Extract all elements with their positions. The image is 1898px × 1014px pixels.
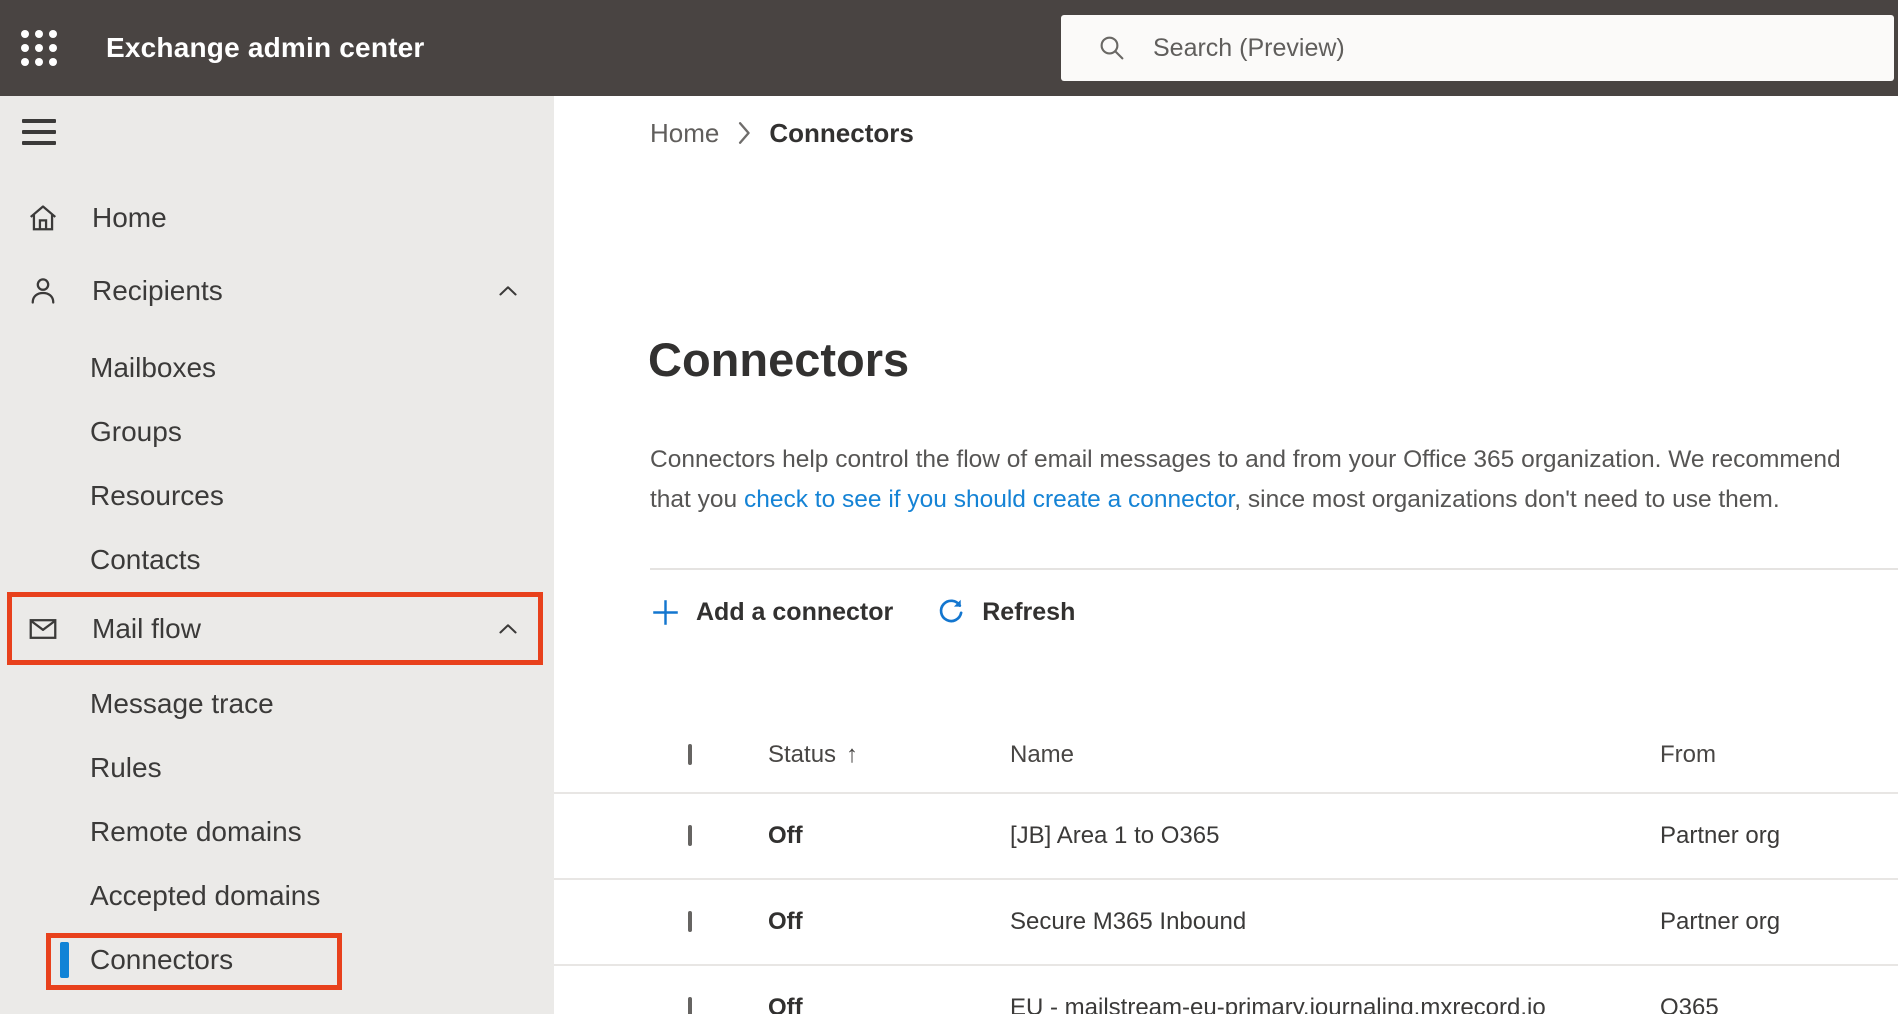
sidebar-item-rules[interactable]: Rules	[0, 736, 554, 800]
sidebar-item-home[interactable]: Home	[0, 182, 554, 254]
sort-ascending-icon: ↑	[846, 741, 859, 768]
topbar: Exchange admin center Search (Preview)	[0, 0, 1898, 96]
plus-icon	[653, 599, 678, 625]
column-header-label: Name	[1010, 741, 1075, 768]
sidebar-item-groups[interactable]: Groups	[0, 400, 554, 464]
column-header-status[interactable]: Status ↑	[768, 741, 858, 769]
sidebar-item-label: Connectors	[90, 944, 234, 975]
search-icon	[1100, 36, 1124, 60]
selected-indicator	[60, 942, 69, 978]
app-title: Exchange admin center	[106, 32, 425, 63]
toolbar-divider	[650, 568, 1898, 570]
sidebar-item-label: Recipients	[92, 275, 223, 306]
row-checkbox[interactable]	[688, 997, 692, 1014]
chevron-up-icon[interactable]	[494, 277, 522, 305]
description-text: , since most organizations don't need to…	[1234, 486, 1780, 513]
command-bar: Add a connector Refresh	[650, 586, 1075, 638]
column-header-label: From	[1660, 741, 1716, 768]
home-icon	[30, 205, 56, 231]
sidebar: Home Recipients Mailboxes Groups Resourc…	[0, 96, 554, 1014]
row-checkbox[interactable]	[688, 825, 692, 846]
table-row[interactable]: Off [JB] Area 1 to O365 Partner org	[554, 792, 1898, 878]
search-input[interactable]: Search (Preview)	[1061, 15, 1894, 81]
sidebar-item-label: Groups	[90, 416, 182, 447]
row-checkbox[interactable]	[688, 911, 692, 932]
column-header-label: Status	[768, 741, 837, 768]
sidebar-item-label: Mail flow	[92, 612, 201, 644]
refresh-label: Refresh	[982, 597, 1076, 626]
sidebar-item-resources[interactable]: Resources	[0, 464, 554, 528]
column-header-name[interactable]: Name	[1010, 741, 1074, 769]
row-from: Partner org	[1660, 908, 1781, 935]
sidebar-item-recipients[interactable]: Recipients	[0, 254, 554, 328]
sidebar-item-connectors[interactable]: Connectors	[0, 928, 554, 992]
select-all-checkbox[interactable]	[688, 744, 692, 765]
create-connector-link[interactable]: check to see if you should create a conn…	[744, 486, 1234, 513]
table-row[interactable]: Off EU - mailstream-eu-primary.journalin…	[554, 964, 1898, 1014]
hamburger-menu-button[interactable]	[22, 119, 56, 145]
sidebar-item-contacts[interactable]: Contacts	[0, 528, 554, 592]
person-icon	[31, 278, 55, 304]
sidebar-item-label: Accepted domains	[90, 880, 321, 911]
refresh-button[interactable]: Refresh	[935, 596, 1075, 628]
breadcrumb-chevron-icon	[739, 122, 751, 144]
page-title: Connectors	[648, 333, 910, 386]
sidebar-item-message-trace[interactable]: Message trace	[0, 672, 554, 736]
sidebar-item-label: Message trace	[90, 688, 274, 719]
row-from: O365	[1660, 994, 1719, 1014]
row-from: Partner org	[1660, 822, 1781, 849]
row-status: Off	[768, 908, 803, 935]
sidebar-item-remote-domains[interactable]: Remote domains	[0, 800, 554, 864]
add-connector-button[interactable]: Add a connector	[650, 597, 893, 628]
table-row[interactable]: Off Secure M365 Inbound Partner org	[554, 878, 1898, 964]
sidebar-item-label: Resources	[90, 480, 224, 511]
row-name-link[interactable]: EU - mailstream-eu-primary.journaling.mx…	[1010, 994, 1546, 1014]
row-status: Off	[768, 822, 803, 849]
app-launcher-button[interactable]	[16, 25, 62, 71]
add-connector-label: Add a connector	[696, 597, 894, 626]
breadcrumb-current: Connectors	[769, 117, 914, 148]
sidebar-collapse-row	[0, 96, 554, 168]
breadcrumb-home-link[interactable]: Home	[650, 118, 719, 149]
page-description: Connectors help control the flow of emai…	[650, 440, 1875, 520]
sidebar-item-label: Rules	[90, 752, 162, 783]
refresh-icon	[939, 599, 963, 623]
sidebar-item-label: Contacts	[90, 544, 201, 575]
breadcrumb: Home Connectors	[650, 116, 914, 150]
row-name-link[interactable]: Secure M365 Inbound	[1010, 908, 1246, 936]
sidebar-item-accepted-domains[interactable]: Accepted domains	[0, 864, 554, 928]
main-content: Home Connectors Connectors Connectors he…	[554, 96, 1898, 1014]
chevron-up-icon[interactable]	[494, 615, 522, 643]
waffle-icon	[21, 30, 57, 66]
column-header-from[interactable]: From	[1660, 741, 1716, 769]
sidebar-item-label: Mailboxes	[90, 352, 217, 383]
sidebar-item-mailboxes[interactable]: Mailboxes	[0, 336, 554, 400]
row-status: Off	[768, 994, 803, 1014]
row-name-link[interactable]: [JB] Area 1 to O365	[1010, 822, 1219, 850]
sidebar-item-label: Remote domains	[90, 816, 302, 847]
search-placeholder: Search (Preview)	[1153, 33, 1345, 62]
sidebar-item-mail-flow[interactable]: Mail flow	[7, 592, 543, 665]
mail-icon	[29, 618, 57, 639]
sidebar-item-label: Home	[92, 202, 167, 233]
table-header-row: Status ↑ Name From	[554, 718, 1898, 792]
